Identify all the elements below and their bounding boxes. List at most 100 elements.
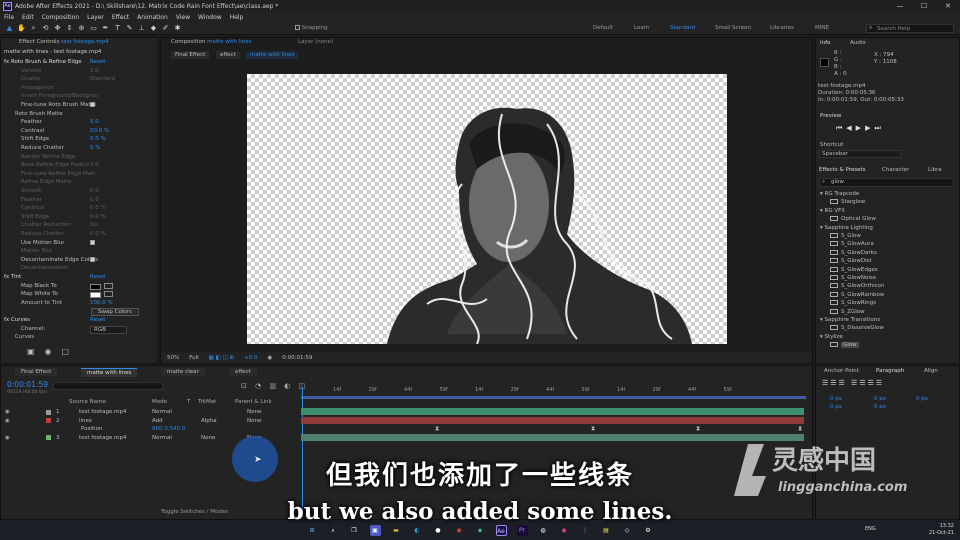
- workspace-mine[interactable]: MINE: [815, 25, 829, 31]
- effects-search-input[interactable]: glow: [819, 178, 954, 187]
- property-row[interactable]: Position 960.0,540.0: [1, 425, 299, 433]
- effect-row-value[interactable]: 100.0 %: [90, 300, 113, 306]
- label-color[interactable]: [46, 409, 51, 415]
- paragraph-tab[interactable]: Paragraph: [876, 368, 904, 374]
- workspace-standard[interactable]: Standard: [670, 25, 695, 31]
- effect-controls-tab[interactable]: Effect Controls test footage.mp4: [19, 39, 109, 45]
- effect-item[interactable]: S_GlowRings: [830, 300, 876, 306]
- timeline-timecode[interactable]: 0:00:01:59: [7, 380, 48, 389]
- minimize-icon[interactable]: —: [888, 2, 912, 10]
- layer-parent[interactable]: None: [247, 409, 261, 415]
- effect-row[interactable]: Roto Brush Matte: [15, 111, 63, 117]
- media-icon[interactable]: ◉: [559, 525, 570, 536]
- grid-icon[interactable]: ▦ ◧ ◫ ⊞: [209, 355, 234, 361]
- edge-icon[interactable]: ◐: [412, 525, 423, 536]
- audio-tab[interactable]: Audio: [850, 40, 866, 46]
- align-tab[interactable]: Align: [924, 368, 938, 374]
- effect-row[interactable]: Map White To: [21, 291, 58, 297]
- effect-item[interactable]: S_ZGlow: [830, 308, 865, 315]
- work-area-bar[interactable]: [301, 396, 806, 399]
- space-before[interactable]: 0 px: [830, 404, 842, 410]
- layer-parent[interactable]: None: [247, 418, 261, 424]
- effect-row-value[interactable]: 5.0: [90, 119, 99, 125]
- menu-composition[interactable]: Composition: [42, 14, 79, 21]
- effect-row[interactable]: fx Roto Brush & Refine Edge: [4, 59, 82, 65]
- effect-category[interactable]: ▾ Sapphire Transitions: [820, 317, 880, 323]
- zoom-level[interactable]: 50%: [167, 355, 179, 361]
- color-swatch[interactable]: [90, 292, 101, 299]
- brush-tool-icon[interactable]: ✎: [125, 24, 134, 33]
- space-after[interactable]: 0 px: [874, 404, 886, 410]
- playhead[interactable]: [302, 387, 303, 517]
- shortcut-select[interactable]: Spacebar: [819, 150, 901, 158]
- menu-window[interactable]: Window: [198, 14, 222, 21]
- task-view-icon[interactable]: ❐: [349, 525, 360, 536]
- workspace-default[interactable]: Default: [593, 25, 613, 31]
- effect-category[interactable]: ▾ Sapphire Lighting: [820, 225, 873, 231]
- layer-duration-bar[interactable]: [301, 433, 804, 441]
- effect-item[interactable]: S_GlowAura: [830, 241, 874, 247]
- effect-row[interactable]: Map Black To: [21, 283, 57, 289]
- timeline-tab-effect[interactable]: effect: [229, 368, 257, 376]
- puppet-tool-icon[interactable]: ✱: [173, 24, 182, 33]
- effect-row[interactable]: Amount to Tint: [21, 300, 62, 306]
- effect-category[interactable]: ▾ RG Trapcode: [820, 191, 859, 197]
- effect-row[interactable]: fx Curves: [4, 317, 30, 323]
- indent-left[interactable]: 0 px: [830, 396, 842, 402]
- type-tool-icon[interactable]: T: [113, 24, 122, 33]
- label-color[interactable]: [46, 418, 51, 423]
- effect-row[interactable]: Contrast: [21, 128, 45, 134]
- checkbox[interactable]: [90, 239, 95, 246]
- menu-view[interactable]: View: [176, 14, 190, 21]
- vscode-icon[interactable]: ⟩: [580, 525, 591, 536]
- menu-layer[interactable]: Layer: [87, 14, 104, 21]
- selection-tool-icon[interactable]: ▲: [5, 24, 14, 33]
- effects-presets-tab[interactable]: Effects & Presets: [819, 167, 866, 173]
- effect-item[interactable]: S_GlowOrthicon: [830, 283, 885, 289]
- effect-row-value[interactable]: RGB: [90, 325, 127, 334]
- layer-trkmat[interactable]: Alpha: [201, 418, 217, 424]
- effect-row-value[interactable]: 50.0 %: [90, 128, 109, 134]
- eye-icon[interactable]: ◉: [5, 409, 10, 415]
- effect-row[interactable]: Fine-tune Roto Brush Matte: [21, 102, 96, 108]
- photos-icon[interactable]: ◈: [475, 525, 486, 536]
- start-icon[interactable]: ⊞: [307, 525, 318, 536]
- chrome-icon[interactable]: ◉: [454, 525, 465, 536]
- menu-help[interactable]: Help: [230, 14, 244, 21]
- effect-category[interactable]: ▾ Stylize: [820, 334, 843, 340]
- indent-first[interactable]: 0 px: [874, 396, 886, 402]
- effect-row[interactable]: Feather: [21, 119, 42, 125]
- dolly-tool-icon[interactable]: ⇕: [65, 24, 74, 33]
- timeline-tab-matte-with-lines[interactable]: matte with lines: [81, 368, 138, 377]
- effect-row[interactable]: Shift Edge: [21, 136, 49, 142]
- effect-item[interactable]: Starglow: [830, 199, 865, 205]
- menu-animation[interactable]: Animation: [137, 14, 168, 21]
- menu-edit[interactable]: Edit: [22, 14, 34, 21]
- reset-link[interactable]: Reset: [90, 59, 105, 65]
- layer-duration-bar[interactable]: [301, 416, 804, 424]
- camera-icon[interactable]: ◉: [267, 355, 272, 361]
- transparency-checkerboard[interactable]: [247, 74, 727, 345]
- time-ruler[interactable]: 14f 29f 44f 59f 14f 29f 44f 59f 14f 29f 44f 59f: [301, 387, 806, 396]
- viewer-timecode[interactable]: 0:00:01:59: [282, 355, 312, 361]
- unity-icon[interactable]: ◇: [622, 525, 633, 536]
- premiere-icon[interactable]: Pr: [516, 524, 528, 536]
- effect-item[interactable]: S_Glow: [830, 233, 861, 239]
- crumb-final-effect[interactable]: Final Effect: [171, 51, 210, 59]
- snapping-toggle[interactable]: Snapping: [295, 25, 328, 31]
- teams-icon[interactable]: ▣: [369, 524, 381, 536]
- label-color[interactable]: [46, 435, 51, 440]
- clock[interactable]: 13:32 21-Oct-21: [929, 523, 954, 537]
- layer-mode[interactable]: 960.0,540.0: [152, 426, 185, 432]
- effect-item[interactable]: S_GlowDarks: [830, 249, 877, 256]
- notes-icon[interactable]: ▤: [601, 525, 612, 536]
- effect-item[interactable]: Glow: [830, 342, 859, 349]
- effect-row[interactable]: Use Motion Blur: [21, 240, 64, 246]
- effect-item[interactable]: Optical Glow: [830, 216, 876, 222]
- eye-icon[interactable]: ◉: [5, 435, 10, 441]
- timeline-tab-matte-clear[interactable]: matte clear: [161, 368, 205, 376]
- effect-row-value[interactable]: 0 %: [90, 145, 100, 151]
- anchor-point-tab[interactable]: Anchor Point: [824, 368, 859, 374]
- layer-name[interactable]: Position: [81, 426, 102, 432]
- close-icon[interactable]: ✕: [936, 2, 960, 10]
